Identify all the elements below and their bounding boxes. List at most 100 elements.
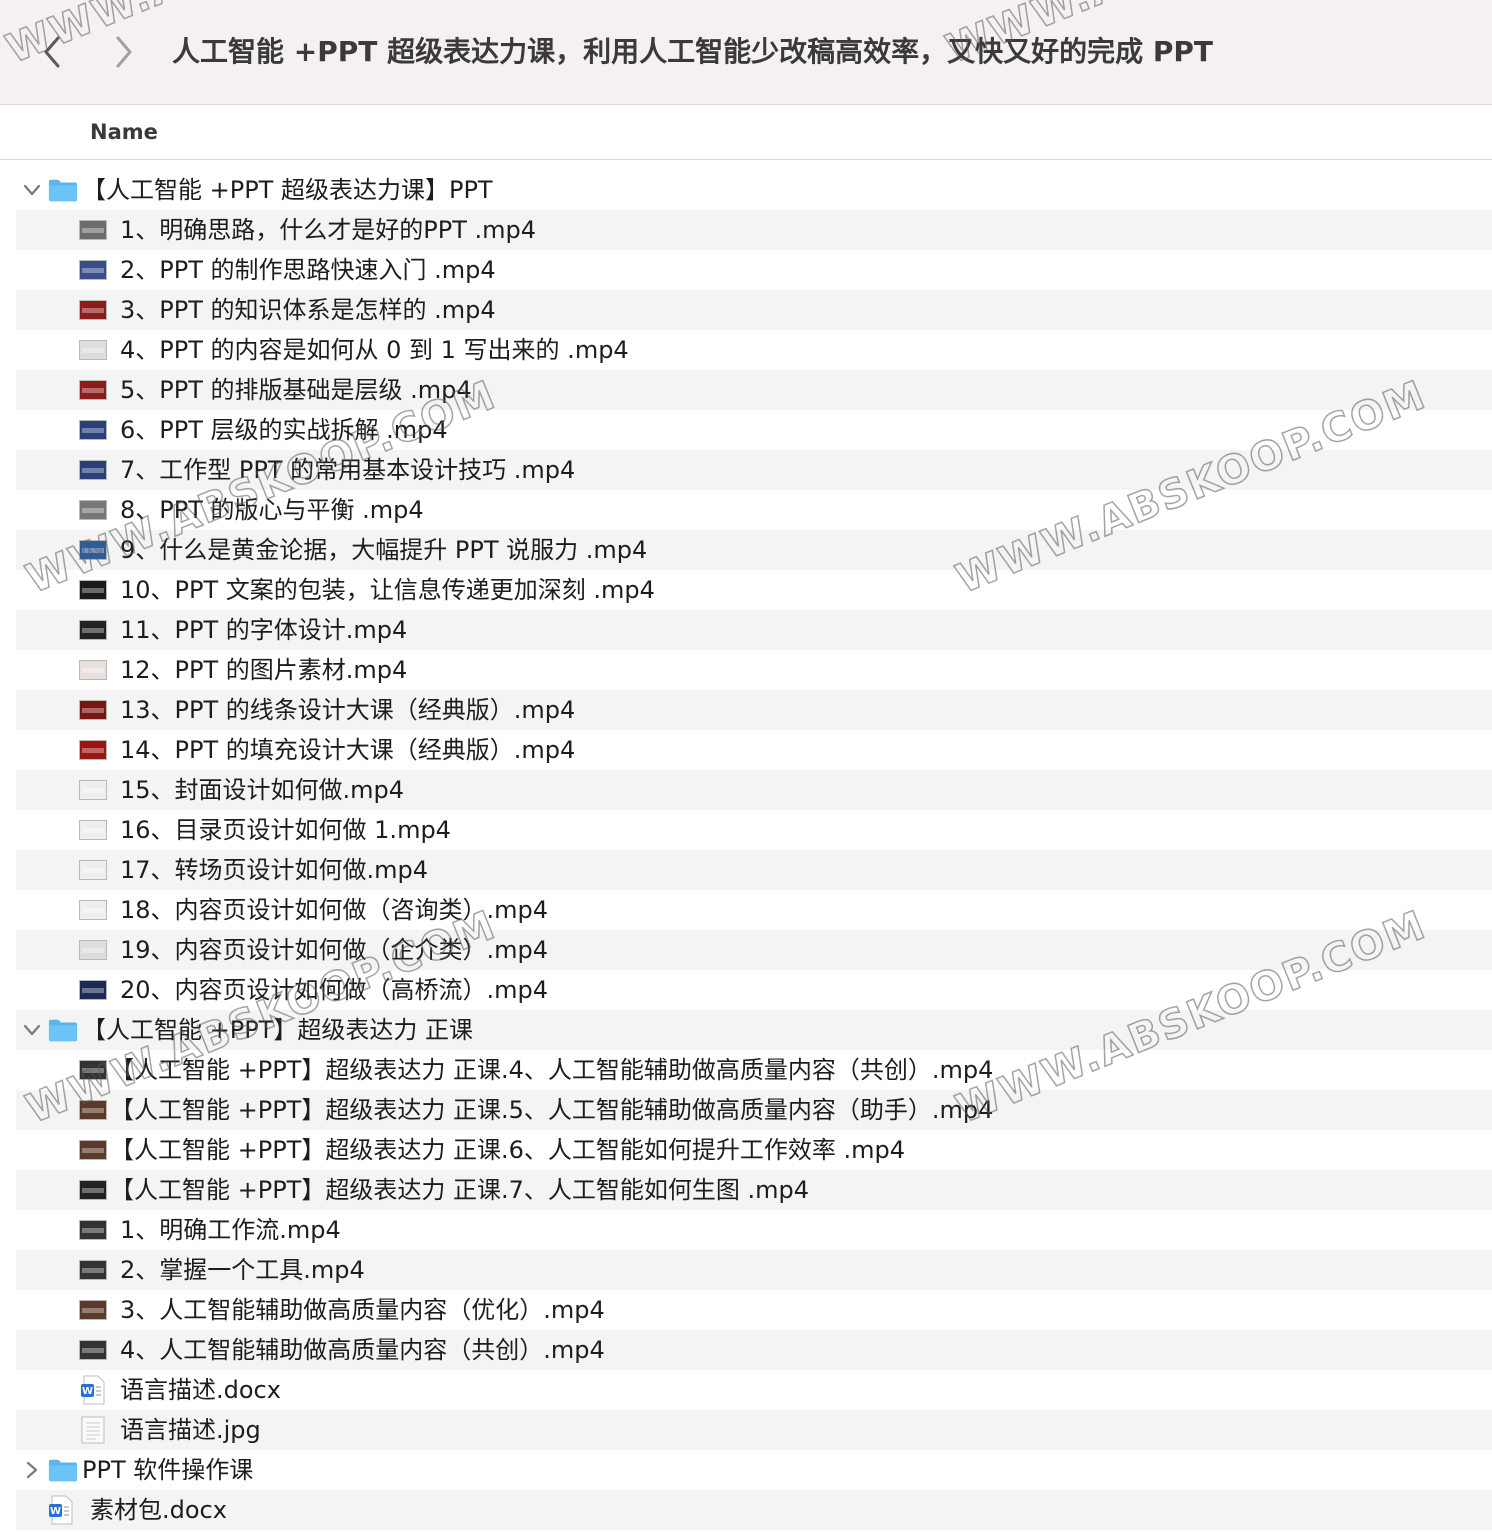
toolbar: 人工智能 +PPT 超级表达力课，利用人工智能少改稿高效率，又快又好的完成 PP… [0, 0, 1492, 105]
chevron-down-icon[interactable] [22, 1020, 42, 1040]
file-row[interactable]: 5、PPT 的排版基础是层级 .mp4 [16, 370, 1492, 410]
file-row[interactable]: 10、PPT 文案的包装，让信息传递更加深刻 .mp4 [16, 570, 1492, 610]
file-name: 【人工智能 +PPT】超级表达力 正课.4、人工智能辅助做高质量内容（共创）.m… [110, 1056, 994, 1084]
file-row[interactable]: 7、工作型 PPT 的常用基本设计技巧 .mp4 [16, 450, 1492, 490]
video-thumbnail-icon [78, 1296, 108, 1324]
file-row[interactable]: 1、明确思路，什么才是好的PPT .mp4 [16, 210, 1492, 250]
file-name: 7、工作型 PPT 的常用基本设计技巧 .mp4 [120, 456, 576, 484]
file-row[interactable]: 【人工智能 +PPT】超级表达力 正课.4、人工智能辅助做高质量内容（共创）.m… [16, 1050, 1492, 1090]
file-name: 1、明确思路，什么才是好的PPT .mp4 [120, 216, 537, 244]
file-row[interactable]: 16、目录页设计如何做 1.mp4 [16, 810, 1492, 850]
forward-button[interactable] [104, 28, 144, 76]
file-row[interactable]: 【人工智能 +PPT】超级表达力 正课.7、人工智能如何生图 .mp4 [16, 1170, 1492, 1210]
file-name: 【人工智能 +PPT】超级表达力 正课.5、人工智能辅助做高质量内容（助手）.m… [110, 1096, 994, 1124]
word-document-icon: W [46, 1495, 76, 1525]
video-thumbnail-icon [78, 1056, 108, 1084]
file-row[interactable]: 4、PPT 的内容是如何从 0 到 1 写出来的 .mp4 [16, 330, 1492, 370]
column-header: Name [0, 105, 1492, 160]
file-name: 【人工智能 +PPT】超级表达力 正课.7、人工智能如何生图 .mp4 [110, 1176, 810, 1204]
folder-icon [48, 1016, 78, 1044]
file-row[interactable]: W 素材包.docx [16, 1490, 1492, 1530]
file-row[interactable]: 15、封面设计如何做.mp4 [16, 770, 1492, 810]
file-row[interactable]: 8、PPT 的版心与平衡 .mp4 [16, 490, 1492, 530]
file-row[interactable]: 2、掌握一个工具.mp4 [16, 1250, 1492, 1290]
video-thumbnail-icon [78, 696, 108, 724]
file-row[interactable]: 6、PPT 层级的实战拆解 .mp4 [16, 410, 1492, 450]
folder-name: PPT 软件操作课 [82, 1456, 254, 1484]
file-name: 10、PPT 文案的包装，让信息传递更加深刻 .mp4 [120, 576, 655, 604]
file-row[interactable]: 语言描述.jpg [16, 1410, 1492, 1450]
file-name: 13、PPT 的线条设计大课（经典版）.mp4 [120, 696, 576, 724]
file-row[interactable]: 2、PPT 的制作思路快速入门 .mp4 [16, 250, 1492, 290]
file-row[interactable]: 【人工智能 +PPT】超级表达力 正课.6、人工智能如何提升工作效率 .mp4 [16, 1130, 1492, 1170]
video-thumbnail-icon [78, 856, 108, 884]
folder-row[interactable]: 【人工智能 +PPT】超级表达力 正课 [16, 1010, 1492, 1050]
video-thumbnail-icon [78, 256, 108, 284]
svg-text:W: W [50, 1506, 61, 1517]
file-row[interactable]: 9、什么是黄金论据，大幅提升 PPT 说服力 .mp4 [16, 530, 1492, 570]
file-name: 语言描述.docx [120, 1376, 281, 1404]
window-title: 人工智能 +PPT 超级表达力课，利用人工智能少改稿高效率，又快又好的完成 PP… [172, 35, 1213, 68]
video-thumbnail-icon [78, 936, 108, 964]
file-name: 【人工智能 +PPT】超级表达力 正课.6、人工智能如何提升工作效率 .mp4 [110, 1136, 906, 1164]
folder-row[interactable]: PPT 软件操作课 [16, 1450, 1492, 1490]
column-header-name[interactable]: Name [90, 105, 158, 159]
video-thumbnail-icon [78, 576, 108, 604]
file-row[interactable]: 14、PPT 的填充设计大课（经典版）.mp4 [16, 730, 1492, 770]
video-thumbnail-icon [78, 816, 108, 844]
chevron-right-icon [116, 36, 132, 68]
file-name: 语言描述.jpg [120, 1416, 261, 1444]
file-row[interactable]: 3、PPT 的知识体系是怎样的 .mp4 [16, 290, 1492, 330]
video-thumbnail-icon [78, 1096, 108, 1124]
file-name: 素材包.docx [90, 1496, 227, 1524]
video-thumbnail-icon [78, 1176, 108, 1204]
chevron-left-icon [44, 36, 60, 68]
folder-name: 【人工智能 +PPT 超级表达力课】PPT [82, 176, 493, 204]
file-name: 11、PPT 的字体设计.mp4 [120, 616, 408, 644]
file-row[interactable]: 19、内容页设计如何做（企介类）.mp4 [16, 930, 1492, 970]
file-row[interactable]: 13、PPT 的线条设计大课（经典版）.mp4 [16, 690, 1492, 730]
file-row[interactable]: 18、内容页设计如何做（咨询类）.mp4 [16, 890, 1492, 930]
file-row[interactable]: 3、人工智能辅助做高质量内容（优化）.mp4 [16, 1290, 1492, 1330]
video-thumbnail-icon [78, 656, 108, 684]
chevron-down-icon[interactable] [22, 180, 42, 200]
file-name: 2、掌握一个工具.mp4 [120, 1256, 365, 1284]
file-row[interactable]: 20、内容页设计如何做（高桥流）.mp4 [16, 970, 1492, 1010]
video-thumbnail-icon [78, 536, 108, 564]
file-row[interactable]: 1、明确工作流.mp4 [16, 1210, 1492, 1250]
file-name: 16、目录页设计如何做 1.mp4 [120, 816, 451, 844]
file-row[interactable]: 17、转场页设计如何做.mp4 [16, 850, 1492, 890]
file-name: 14、PPT 的填充设计大课（经典版）.mp4 [120, 736, 576, 764]
file-name: 12、PPT 的图片素材.mp4 [120, 656, 408, 684]
video-thumbnail-icon [78, 1336, 108, 1364]
video-thumbnail-icon [78, 296, 108, 324]
file-name: 19、内容页设计如何做（企介类）.mp4 [120, 936, 549, 964]
file-list: 【人工智能 +PPT 超级表达力课】PPT 1、明确思路，什么才是好的PPT .m… [0, 170, 1492, 1530]
chevron-right-icon[interactable] [22, 1460, 42, 1480]
file-row[interactable]: 12、PPT 的图片素材.mp4 [16, 650, 1492, 690]
image-file-icon [78, 1416, 108, 1444]
video-thumbnail-icon [78, 216, 108, 244]
file-name: 8、PPT 的版心与平衡 .mp4 [120, 496, 424, 524]
folder-row[interactable]: 【人工智能 +PPT 超级表达力课】PPT [16, 170, 1492, 210]
file-name: 3、PPT 的知识体系是怎样的 .mp4 [120, 296, 496, 324]
back-button[interactable] [32, 28, 72, 76]
file-row[interactable]: 4、人工智能辅助做高质量内容（共创）.mp4 [16, 1330, 1492, 1370]
folder-name: 【人工智能 +PPT】超级表达力 正课 [82, 1016, 473, 1044]
file-name: 2、PPT 的制作思路快速入门 .mp4 [120, 256, 496, 284]
video-thumbnail-icon [78, 496, 108, 524]
video-thumbnail-icon [78, 1136, 108, 1164]
video-thumbnail-icon [78, 776, 108, 804]
video-thumbnail-icon [78, 1216, 108, 1244]
file-name: 20、内容页设计如何做（高桥流）.mp4 [120, 976, 549, 1004]
file-name: 17、转场页设计如何做.mp4 [120, 856, 429, 884]
file-row[interactable]: W 语言描述.docx [16, 1370, 1492, 1410]
video-thumbnail-icon [78, 616, 108, 644]
video-thumbnail-icon [78, 416, 108, 444]
file-row[interactable]: 11、PPT 的字体设计.mp4 [16, 610, 1492, 650]
file-name: 1、明确工作流.mp4 [120, 1216, 341, 1244]
video-thumbnail-icon [78, 736, 108, 764]
file-row[interactable]: 【人工智能 +PPT】超级表达力 正课.5、人工智能辅助做高质量内容（助手）.m… [16, 1090, 1492, 1130]
word-document-icon: W [78, 1375, 108, 1405]
folder-icon [48, 1456, 78, 1484]
